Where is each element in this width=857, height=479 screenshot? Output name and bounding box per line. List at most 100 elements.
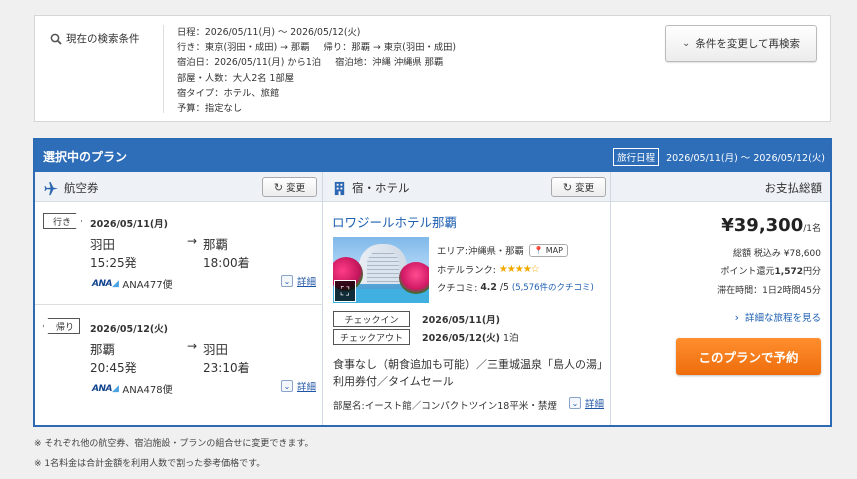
return-destination: 羽田 (203, 342, 229, 357)
hotel-area: エリア:沖縄県・那覇 📍 MAP (437, 243, 568, 257)
total-price: 総額 税込み ¥78,600 (733, 249, 821, 259)
hotel-detail-label: 詳細 (584, 399, 604, 410)
hotel-detail-link[interactable]: ⌄ 詳細 (568, 396, 604, 410)
outbound-arrival: 18:00着 (203, 256, 250, 270)
refresh-icon: ↻ (562, 180, 573, 194)
return-date: 2026/05/12(火) (90, 324, 169, 335)
change-hotel-label: 変更 (575, 183, 595, 194)
flight-header: 航空券 ↻ 変更 (35, 172, 322, 202)
meal-plan-description: 食事なし（朝食追加も可能）／三重城温泉「島人の湯」利用券付／タイムセール (333, 358, 603, 388)
checkin-date: 2026/05/11(月) (422, 315, 501, 326)
arrow-right-icon: → (187, 234, 198, 248)
change-hotel-button[interactable]: ↻ 変更 (551, 177, 606, 197)
building-icon (334, 181, 345, 195)
condition-lodging-type: 宿タイプ：ホテル、旅館 (177, 87, 280, 99)
plan-header: 選択中のプラン 旅行日程 2026/05/11(月) 〜 2026/05/12(… (35, 140, 830, 172)
change-conditions-label: 条件を変更して再検索 (695, 38, 801, 50)
flight-heading-label: 航空券 (64, 181, 99, 195)
return-arrival: 23:10着 (203, 361, 250, 375)
stay-duration: 滞在時間：1日2時間45分 (717, 286, 821, 296)
checkout-date: 2026/05/12(火) (422, 333, 501, 344)
arrow-right-icon: → (187, 339, 198, 353)
checkout-label: チェックアウト (333, 329, 410, 345)
note-combination: ※ それぞれ他の航空券、宿泊施設・プランの組合せに変更できます。 (34, 439, 314, 449)
map-pin-icon: 📍 (533, 245, 544, 255)
plan-title: 選択中のプラン (43, 150, 128, 164)
chevron-down-icon: ⌄ (280, 380, 293, 392)
ana-logo-icon: ANA◢ (92, 383, 119, 394)
condition-stay: 宿泊日：2026/05/11(月) から1泊 宿泊地：沖縄 沖縄県 那覇 (177, 57, 444, 69)
hotel-heading: 宿・ホテル (332, 180, 410, 196)
payment-column: お支払総額 ¥39,300 /1名 総額 税込み ¥78,600 ポイント還元1… (611, 172, 830, 425)
rank-stars-icon: ★★★★☆ (498, 263, 540, 275)
expand-icon[interactable]: ⛶ (334, 280, 356, 302)
itinerary-label: 詳細な旅程を見る (744, 313, 821, 324)
return-flight-number: ANA478便 (122, 385, 173, 396)
chevron-right-icon: › (734, 310, 739, 324)
outbound-departure: 15:25発 (90, 256, 137, 270)
chevron-down-icon: ⌄ (568, 397, 581, 409)
conditions-lines: 日程：2026/05/11(月) ～ 2026/05/12(火) 行き：東京(羽… (177, 25, 456, 116)
outbound-flight-number: ANA477便 (122, 280, 173, 291)
trip-dates: 旅行日程 2026/05/11(月) 〜 2026/05/12(火) (613, 148, 825, 166)
nights-count: 1泊 (503, 333, 519, 344)
payment-header: お支払総額 (611, 172, 830, 202)
points-reward: ポイント還元1,572円分 (720, 267, 822, 277)
change-flight-button[interactable]: ↻ 変更 (262, 177, 317, 197)
divider (163, 25, 164, 113)
search-conditions-panel: 現在の検索条件 日程：2026/05/11(月) ～ 2026/05/12(火)… (34, 15, 831, 122)
hotel-reviews: クチコミ: 4.2/5 (5,576件のクチコミ) (437, 280, 594, 295)
return-departure: 20:45発 (90, 361, 137, 375)
payment-heading: お支払総額 (764, 181, 823, 195)
refresh-icon: ↻ (273, 180, 284, 194)
hotel-area-label: エリア:沖縄県・那覇 (437, 246, 524, 257)
checkout-row: チェックアウト 2026/05/12(火) 1泊 (333, 329, 519, 345)
hotel-photo[interactable]: ⛶ (333, 237, 429, 303)
condition-dates: 日程：2026/05/11(月) ～ 2026/05/12(火) (177, 27, 361, 38)
note-price: ※ 1名料金は合計金額を利用人数で割った参考価格です。 (34, 459, 266, 469)
checkin-row: チェックイン 2026/05/11(月) (333, 311, 500, 327)
return-airline: ANA◢ ANA478便 (92, 381, 173, 397)
map-button[interactable]: 📍 MAP (528, 243, 568, 257)
outbound-date: 2026/05/11(月) (90, 219, 169, 230)
change-conditions-button[interactable]: ⌄ 条件を変更して再検索 (665, 25, 817, 62)
ana-logo-icon: ANA◢ (92, 278, 119, 289)
trip-label-badge: 旅行日程 (613, 148, 660, 166)
outbound-destination: 那覇 (203, 237, 229, 252)
chevron-down-icon: ⌄ (681, 38, 691, 49)
flight-heading: 航空券 (44, 180, 99, 196)
hotel-column: 宿・ホテル ↻ 変更 ロワジールホテル那覇 ⛶ エリア:沖縄県・那覇 📍 MAP … (323, 172, 611, 425)
price-unit: /1名 (803, 224, 821, 234)
reviews-score: 4.2 (480, 281, 497, 293)
outbound-detail-link[interactable]: ⌄ 詳細 (280, 274, 316, 288)
reviews-label: クチコミ: (437, 283, 478, 294)
checkin-label: チェックイン (333, 311, 410, 327)
condition-budget: 予算：指定なし (177, 103, 243, 115)
itinerary-link[interactable]: › 詳細な旅程を見る (734, 310, 821, 325)
hotel-header: 宿・ホテル ↻ 変更 (323, 172, 610, 202)
price-per-person: ¥39,300 /1名 (721, 215, 821, 236)
trip-dates-value: 2026/05/11(月) 〜 2026/05/12(火) (666, 153, 825, 164)
search-icon (50, 33, 62, 45)
hotel-rank-label: ホテルランク: (437, 265, 496, 276)
conditions-title: 現在の検索条件 (66, 33, 140, 45)
outbound-flight: 行き 2026/05/11(月) 羽田 → 那覇 15:25発 18:00着 A… (35, 203, 322, 305)
condition-guests: 部屋・人数：大人2名 1部屋 (177, 72, 295, 84)
points-value: 1,572 (774, 267, 803, 277)
return-tag: 帰り (43, 318, 81, 334)
return-flight: 帰り 2026/05/12(火) 那覇 → 羽田 20:45発 23:10着 A… (35, 308, 322, 410)
reserve-plan-button[interactable]: このプランで予約 (676, 338, 821, 375)
flight-column: 航空券 ↻ 変更 行き 2026/05/11(月) 羽田 → 那覇 15:25発… (35, 172, 323, 425)
price-value: ¥39,300 (721, 215, 804, 236)
outbound-detail-label: 詳細 (296, 277, 316, 288)
return-detail-link[interactable]: ⌄ 詳細 (280, 379, 316, 393)
reviews-count-link[interactable]: (5,576件のクチコミ) (512, 281, 594, 293)
change-flight-label: 変更 (286, 183, 306, 194)
outbound-airline: ANA◢ ANA477便 (92, 276, 173, 292)
chevron-down-icon: ⌄ (280, 275, 293, 287)
room-name: 部屋名:イースト館／コンパクトツイン18平米・禁煙 (333, 401, 557, 412)
reviews-max: /5 (499, 281, 509, 293)
return-origin: 那覇 (90, 342, 116, 357)
hotel-name-link[interactable]: ロワジールホテル那覇 (332, 212, 457, 231)
hotel-heading-label: 宿・ホテル (352, 181, 410, 195)
